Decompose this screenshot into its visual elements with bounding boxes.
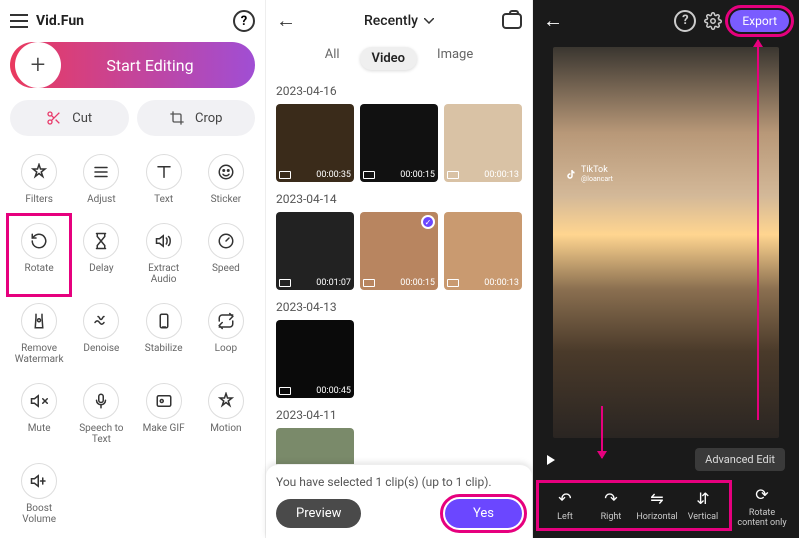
sticker-icon — [208, 154, 244, 190]
tool-speech-to-text[interactable]: Speech toText — [72, 377, 130, 453]
mute-icon — [21, 383, 57, 419]
flip-horizontal-icon: ⇋ — [650, 489, 663, 508]
scissors-icon — [46, 110, 62, 126]
tool-boost-volume[interactable]: BoostVolume — [10, 457, 68, 533]
yes-button[interactable]: Yes — [445, 499, 522, 528]
extract-audio-icon — [146, 223, 182, 259]
video-icon — [363, 279, 375, 287]
rotate-left-icon: ↶ — [558, 489, 571, 508]
cut-button[interactable]: Cut — [10, 100, 129, 136]
rotate-icon — [21, 223, 57, 259]
start-editing-label: Start Editing — [71, 56, 255, 75]
video-thumb[interactable]: 00:00:15 — [360, 104, 438, 182]
flip-vertical-button[interactable]: ⇵Vertical — [683, 489, 723, 522]
flip-horizontal-button[interactable]: ⇋Horizontal — [637, 489, 677, 522]
start-editing-button[interactable]: + Start Editing — [10, 42, 255, 88]
date-header: 2023-04-13 — [276, 300, 522, 314]
video-icon — [279, 387, 291, 395]
video-thumb[interactable]: 00:00:13 — [444, 104, 522, 182]
tool-extract-audio[interactable]: ExtractAudio — [135, 217, 193, 293]
video-thumb[interactable]: 00:00:35 — [276, 104, 354, 182]
video-icon — [447, 171, 459, 179]
tool-filters[interactable]: Filters — [10, 148, 68, 213]
video-icon — [279, 171, 291, 179]
video-preview[interactable]: TikTok@loancart — [553, 47, 779, 438]
date-header: 2023-04-11 — [276, 408, 522, 422]
tool-adjust[interactable]: Adjust — [72, 148, 130, 213]
rotate-left-button[interactable]: ↶Left — [545, 489, 585, 522]
crop-button[interactable]: Crop — [137, 100, 256, 136]
rotate-content-only-button[interactable]: ⟳Rotate content only — [733, 485, 791, 528]
denoise-icon — [83, 303, 119, 339]
tiktok-watermark: TikTok@loancart — [565, 165, 613, 183]
advanced-edit-button[interactable]: Advanced Edit — [695, 448, 785, 471]
tool-stabilize[interactable]: Stabilize — [135, 297, 193, 373]
play-button[interactable] — [547, 455, 555, 465]
help-icon[interactable]: ? — [233, 10, 255, 32]
selection-message: You have selected 1 clip(s) (up to 1 cli… — [276, 475, 522, 489]
tool-text[interactable]: Text — [135, 148, 193, 213]
tool-mute[interactable]: Mute — [10, 377, 68, 453]
tool-loop[interactable]: Loop — [197, 297, 255, 373]
gear-icon[interactable] — [704, 12, 722, 30]
filters-icon — [21, 154, 57, 190]
speech-to-text-icon — [83, 383, 119, 419]
loop-icon — [208, 303, 244, 339]
rotate-content-icon: ⟳ — [755, 485, 768, 504]
flip-vertical-icon: ⇵ — [696, 489, 709, 508]
tool-sticker[interactable]: Sticker — [197, 148, 255, 213]
video-icon — [363, 171, 375, 179]
tool-remove-watermark[interactable]: RemoveWatermark — [10, 297, 68, 373]
remove-watermark-icon — [21, 303, 57, 339]
video-thumb[interactable]: 00:00:45 — [276, 320, 354, 398]
preview-button[interactable]: Preview — [276, 499, 361, 528]
tool-rotate[interactable]: Rotate — [10, 217, 68, 293]
editor-help-icon[interactable]: ? — [674, 10, 696, 32]
tab-video[interactable]: Video — [360, 47, 418, 70]
video-thumb[interactable]: 00:00:13 — [444, 212, 522, 290]
adjust-icon — [83, 154, 119, 190]
annotation-arrow — [757, 40, 759, 420]
chevron-down-icon — [424, 18, 434, 24]
check-icon: ✓ — [421, 215, 435, 229]
boost-volume-icon — [21, 463, 57, 499]
motion-icon — [208, 383, 244, 419]
camera-icon[interactable] — [502, 13, 522, 29]
tool-motion[interactable]: Motion — [197, 377, 255, 453]
stabilize-icon — [146, 303, 182, 339]
crop-icon — [169, 110, 185, 126]
make-gif-icon — [146, 383, 182, 419]
video-thumb[interactable]: ✓00:00:15 — [360, 212, 438, 290]
tool-speed[interactable]: Speed — [197, 217, 255, 293]
hamburger-menu[interactable] — [10, 14, 28, 28]
rotate-right-button[interactable]: ↷Right — [591, 489, 631, 522]
date-header: 2023-04-16 — [276, 84, 522, 98]
date-header: 2023-04-14 — [276, 192, 522, 206]
rotate-right-icon: ↷ — [604, 489, 617, 508]
tool-delay[interactable]: Delay — [72, 217, 130, 293]
app-name: Vid.Fun — [36, 13, 225, 29]
video-icon — [279, 279, 291, 287]
text-icon — [146, 154, 182, 190]
tool-denoise[interactable]: Denoise — [72, 297, 130, 373]
sort-dropdown[interactable]: Recently — [302, 13, 496, 29]
export-button[interactable]: Export — [730, 10, 789, 32]
editor-back-button[interactable]: ← — [543, 8, 563, 33]
video-icon — [447, 279, 459, 287]
delay-icon — [83, 223, 119, 259]
back-button[interactable]: ← — [276, 8, 296, 33]
tab-image[interactable]: Image — [437, 47, 473, 70]
speed-icon — [208, 223, 244, 259]
annotation-arrow — [601, 406, 603, 458]
tool-make-gif[interactable]: Make GIF — [135, 377, 193, 453]
plus-icon: + — [15, 42, 61, 88]
video-thumb[interactable]: 00:01:07 — [276, 212, 354, 290]
tab-all[interactable]: All — [325, 47, 340, 70]
